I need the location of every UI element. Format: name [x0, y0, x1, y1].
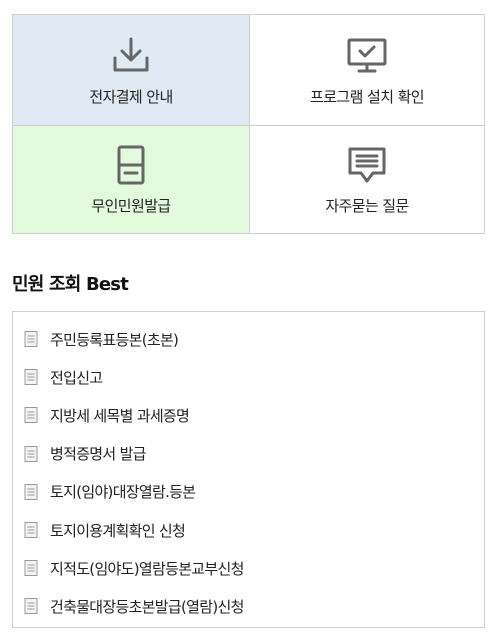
quick-menu: 전자결제 안내 프로그램 설치 확인 무인민원발급 자주묻는 질문 [12, 14, 485, 234]
list-item-label: 지방세 세목별 과세증명 [50, 406, 190, 425]
list-item[interactable]: 병적증명서 발급 [13, 435, 484, 473]
list-item[interactable]: 토지이용계획확인 신청 [13, 511, 484, 549]
monitor-check-icon [345, 34, 389, 78]
download-tray-icon [109, 34, 153, 78]
document-icon [24, 522, 38, 539]
list-item-label: 병적증명서 발급 [50, 445, 146, 464]
quick-menu-label: 자주묻는 질문 [325, 197, 409, 215]
list-item-label: 주민등록표등본(초본) [50, 330, 179, 349]
list-item-label: 지적도(임야도)열람등본교부신청 [50, 559, 244, 578]
list-item[interactable]: 지적도(임야도)열람등본교부신청 [13, 549, 484, 587]
list-item-label: 건축물대장등초본발급(열람)신청 [50, 597, 244, 616]
document-icon [24, 407, 38, 424]
list-item-label: 토지(임야)대장열람.등본 [50, 483, 196, 502]
list-item[interactable]: 지방세 세목별 과세증명 [13, 396, 484, 434]
best-section-title: 민원 조회 Best [12, 274, 129, 295]
list-item[interactable]: 전입신고 [13, 358, 484, 396]
best-list: 주민등록표등본(초본) 전입신고 지방세 세목별 과세증명 병적증명서 발급 토… [13, 312, 484, 626]
list-item-label: 토지이용계획확인 신청 [50, 521, 186, 540]
document-icon [24, 483, 38, 500]
kiosk-icon [109, 143, 153, 187]
list-item[interactable]: 토지(임야)대장열람.등본 [13, 473, 484, 511]
document-icon [24, 560, 38, 577]
list-item[interactable]: 건축물대장등초본발급(열람)신청 [13, 587, 484, 625]
quick-menu-label: 무인민원발급 [91, 197, 171, 215]
quick-menu-unmanned-issuance[interactable]: 무인민원발급 [13, 125, 249, 233]
best-list-box: 주민등록표등본(초본) 전입신고 지방세 세목별 과세증명 병적증명서 발급 토… [12, 311, 485, 628]
quick-menu-label: 프로그램 설치 확인 [310, 87, 425, 106]
quick-menu-faq[interactable]: 자주묻는 질문 [249, 125, 484, 233]
quick-menu-program-check[interactable]: 프로그램 설치 확인 [249, 15, 484, 125]
list-item-label: 전입신고 [50, 368, 103, 387]
document-icon [24, 445, 38, 462]
document-icon [24, 331, 38, 348]
document-icon [24, 598, 38, 615]
list-item[interactable]: 주민등록표등본(초본) [13, 320, 484, 358]
document-icon [24, 369, 38, 386]
speech-bubble-icon [345, 143, 389, 187]
quick-menu-label: 전자결제 안내 [89, 87, 173, 106]
quick-menu-e-payment[interactable]: 전자결제 안내 [13, 15, 249, 125]
